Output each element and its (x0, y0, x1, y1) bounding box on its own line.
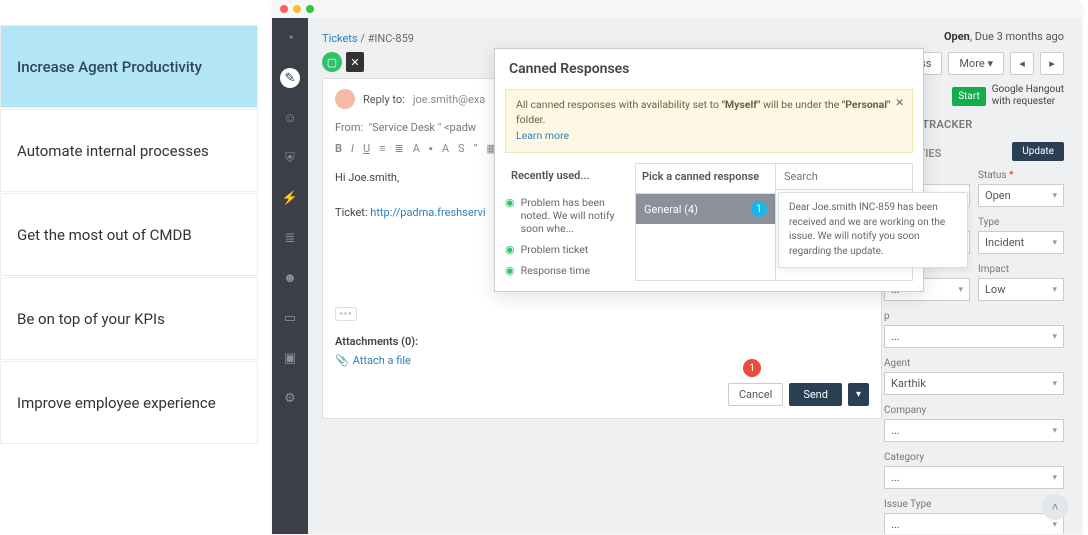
status-label: Status (978, 170, 1064, 181)
next-ticket-button[interactable]: ▸ (1040, 52, 1064, 75)
recent-column: Recently used... ◉Problem has been noted… (505, 163, 635, 281)
nav-dashboard-icon[interactable]: ◔ (280, 28, 300, 48)
impact-dropdown[interactable]: Low▾ (978, 278, 1064, 301)
check-icon: ◉ (505, 243, 515, 256)
tab-automate[interactable]: Automate internal processes (0, 109, 258, 192)
scroll-top-button[interactable]: ˄ (1042, 494, 1068, 520)
hangout-line2: with requester (992, 96, 1064, 108)
tab-employee[interactable]: Improve employee experience (0, 361, 258, 444)
app-window: ◔ ✎ ☺ ⛨ ⚡ ≣ ☻ ▭ ▣ ⚙ Tickets / #INC-859 O… (272, 0, 1082, 534)
cancel-button[interactable]: Cancel (728, 383, 783, 406)
from-label: From: (335, 121, 363, 134)
prev-ticket-button[interactable]: ◂ (1010, 52, 1034, 75)
recent-item[interactable]: ◉Problem ticket (505, 239, 635, 260)
quote-icon[interactable]: ” (474, 142, 478, 155)
nav-bolt-icon[interactable]: ⚡ (280, 188, 300, 208)
nav-bot-icon[interactable]: ☺ (280, 108, 300, 128)
modal-banner: All canned responses with availability s… (505, 89, 913, 153)
chip-close-icon[interactable]: ✕ (346, 52, 364, 72)
issuetype-label: Issue Type (884, 499, 1064, 510)
type-dropdown[interactable]: Incident▾ (978, 231, 1064, 254)
ticket-state: Open (944, 30, 970, 43)
response-preview-tooltip: Dear Joe.smith INC-859 has been received… (778, 192, 968, 268)
recent-item[interactable]: ◉Problem has been noted. We will notify … (505, 192, 635, 239)
nav-stack-icon[interactable]: ≣ (280, 228, 300, 248)
company-dropdown[interactable]: ...▾ (884, 419, 1064, 442)
hangout-start-button[interactable]: Start (952, 87, 986, 106)
link-icon[interactable]: A (413, 142, 420, 155)
hangout-widget: Start Google Hangoutwith requester (952, 84, 1064, 108)
breadcrumb-id: #INC-859 (368, 32, 414, 45)
maximize-dot[interactable] (306, 5, 314, 13)
update-button[interactable]: Update (1012, 142, 1064, 161)
category-label: Category (884, 452, 1064, 463)
category-dropdown[interactable]: ...▾ (884, 466, 1064, 489)
nav-screen-icon[interactable]: ▣ (280, 348, 300, 368)
breadcrumb: Tickets / #INC-859 (322, 32, 414, 45)
status-dropdown[interactable]: Open▾ (978, 184, 1064, 207)
feature-tabs: Increase Agent Productivity Automate int… (0, 25, 258, 445)
content-area: Tickets / #INC-859 Open, Due 3 months ag… (308, 18, 1082, 534)
status-bar: Open, Due 3 months ago (944, 30, 1064, 43)
nav-tickets-icon[interactable]: ✎ (280, 68, 300, 88)
from-value: "Service Desk " <padw (369, 121, 477, 134)
nav-user-icon[interactable]: ☻ (280, 268, 300, 288)
tab-kpis[interactable]: Be on top of your KPIs (0, 277, 258, 360)
tab-productivity[interactable]: Increase Agent Productivity (0, 25, 258, 108)
impact-label: Impact (978, 264, 1064, 275)
italic-icon[interactable]: I (351, 142, 354, 155)
breadcrumb-root[interactable]: Tickets (322, 32, 358, 45)
side-nav: ◔ ✎ ☺ ⛨ ⚡ ≣ ☻ ▭ ▣ ⚙ (272, 18, 308, 534)
agent-label: Agent (884, 358, 1064, 369)
align-icon[interactable]: A (442, 142, 449, 155)
hangout-line1: Google Hangout (992, 84, 1064, 96)
more-button[interactable]: More ▾ (948, 52, 1004, 75)
underline-icon[interactable]: U (363, 142, 370, 155)
send-button[interactable]: Send (789, 383, 842, 406)
ticket-channel-icon: ▢ (322, 52, 342, 72)
category-column: Pick a canned response General (4) 1 (635, 163, 775, 281)
partial-label-p: p (884, 311, 1064, 322)
tab-cmdb[interactable]: Get the most out of CMDB (0, 193, 258, 276)
check-icon: ◉ (505, 196, 515, 209)
minimize-dot[interactable] (293, 5, 301, 13)
send-caret-button[interactable]: ▾ (848, 383, 869, 406)
nav-book-icon[interactable]: ▭ (280, 308, 300, 328)
list-icon[interactable]: ≡ (379, 142, 385, 155)
modal-title: Canned Responses (495, 49, 923, 89)
company-label: Company (884, 405, 1064, 416)
numlist-icon[interactable]: ≣ (395, 142, 404, 155)
recent-item[interactable]: ◉Response time (505, 260, 635, 281)
more-menu-icon[interactable]: ••• (335, 307, 357, 321)
recent-heading: Recently used... (505, 163, 635, 192)
type-label: Type (978, 217, 1064, 228)
search-input[interactable] (776, 164, 912, 190)
nav-shield-icon[interactable]: ⛨ (280, 148, 300, 168)
reply-label: Reply to: (363, 93, 405, 106)
agent-dropdown[interactable]: Karthik▾ (884, 372, 1064, 395)
check-icon: ◉ (505, 264, 515, 277)
category-general[interactable]: General (4) 1 (636, 194, 775, 224)
learn-more-link[interactable]: Learn more (516, 129, 902, 144)
nav-settings-icon[interactable]: ⚙ (280, 388, 300, 408)
banner-close-icon[interactable]: ✕ (895, 96, 904, 111)
avatar (335, 89, 355, 109)
reply-to: joe.smith@exa (413, 93, 485, 106)
pick-heading: Pick a canned response (636, 164, 775, 194)
ticket-label: Ticket: (335, 206, 368, 219)
step-badge-1: 1 (743, 359, 761, 377)
strike-icon[interactable]: S (458, 142, 465, 155)
dd-p[interactable]: ...▾ (884, 325, 1064, 348)
ticket-due: Due 3 months ago (975, 30, 1064, 43)
issuetype-dropdown[interactable]: ...▾ (884, 513, 1064, 534)
attachments-header: Attachments (0): (335, 335, 869, 348)
paperclip-icon: 📎 (335, 354, 349, 367)
color-icon[interactable]: ▪ (429, 142, 433, 155)
window-traffic-lights (272, 0, 1082, 18)
bold-icon[interactable]: B (335, 142, 342, 155)
close-dot[interactable] (280, 5, 288, 13)
ticket-link[interactable]: http://padma.freshservi (370, 206, 485, 219)
step-badge: 1 (751, 201, 767, 217)
attach-file-link[interactable]: 📎 Attach a file (335, 354, 869, 367)
